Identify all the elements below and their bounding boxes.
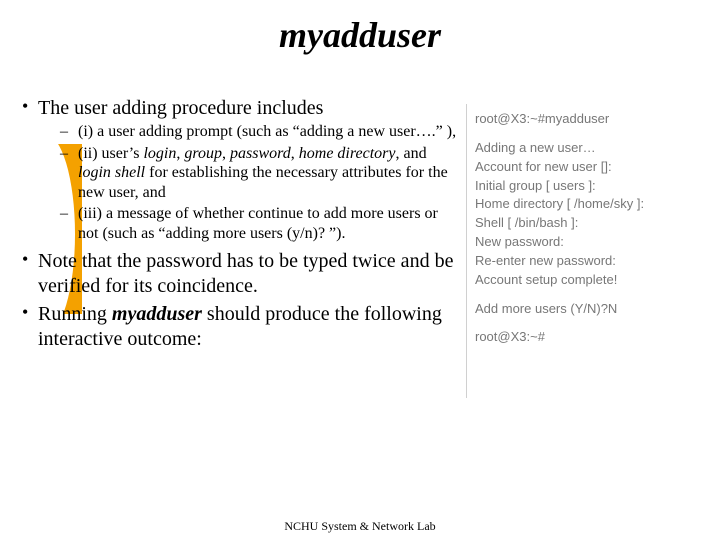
content-body: The user adding procedure includes (i) a…: [20, 96, 460, 355]
slide: myadduser The user adding procedure incl…: [0, 14, 720, 540]
bullet-1: The user adding procedure includes (i) a…: [20, 96, 460, 243]
term-line: Add more users (Y/N)?N: [475, 300, 704, 319]
bullet-1-text: The user adding procedure includes: [38, 97, 323, 119]
bullet-2-text: Note that the password has to be typed t…: [38, 250, 453, 296]
term-line: Initial group [ users ]:: [475, 177, 704, 196]
term-line: Account setup complete!: [475, 271, 704, 290]
sub-bullet-1: (i) a user adding prompt (such as “addin…: [38, 122, 460, 142]
term-line: Adding a new user…: [475, 139, 704, 158]
term-gap: [475, 129, 704, 139]
terminal-output: root@X3:~#myadduser Adding a new user… A…: [466, 104, 708, 398]
term-line: root@X3:~#myadduser: [475, 110, 704, 129]
bullet-3: Running myadduser should produce the fol…: [20, 302, 460, 351]
term-line: New password:: [475, 233, 704, 252]
slide-title: myadduser: [0, 14, 720, 56]
sub3-text: (iii) a message of whether continue to a…: [78, 205, 438, 242]
term-line: Account for new user []:: [475, 158, 704, 177]
footer: NCHU System & Network Lab: [0, 519, 720, 534]
sub1-text: (i) a user adding prompt (such as “addin…: [78, 123, 456, 140]
sub-bullet-3: (iii) a message of whether continue to a…: [38, 204, 460, 243]
bullet-2: Note that the password has to be typed t…: [20, 249, 460, 298]
term-gap: [475, 290, 704, 300]
term-line: Shell [ /bin/bash ]:: [475, 214, 704, 233]
term-gap: [475, 318, 704, 328]
term-line: Re-enter new password:: [475, 252, 704, 271]
term-line: Home directory [ /home/sky ]:: [475, 195, 704, 214]
term-line: root@X3:~#: [475, 328, 704, 347]
sub-bullet-2: (ii) user’s login, group, password, home…: [38, 144, 460, 203]
